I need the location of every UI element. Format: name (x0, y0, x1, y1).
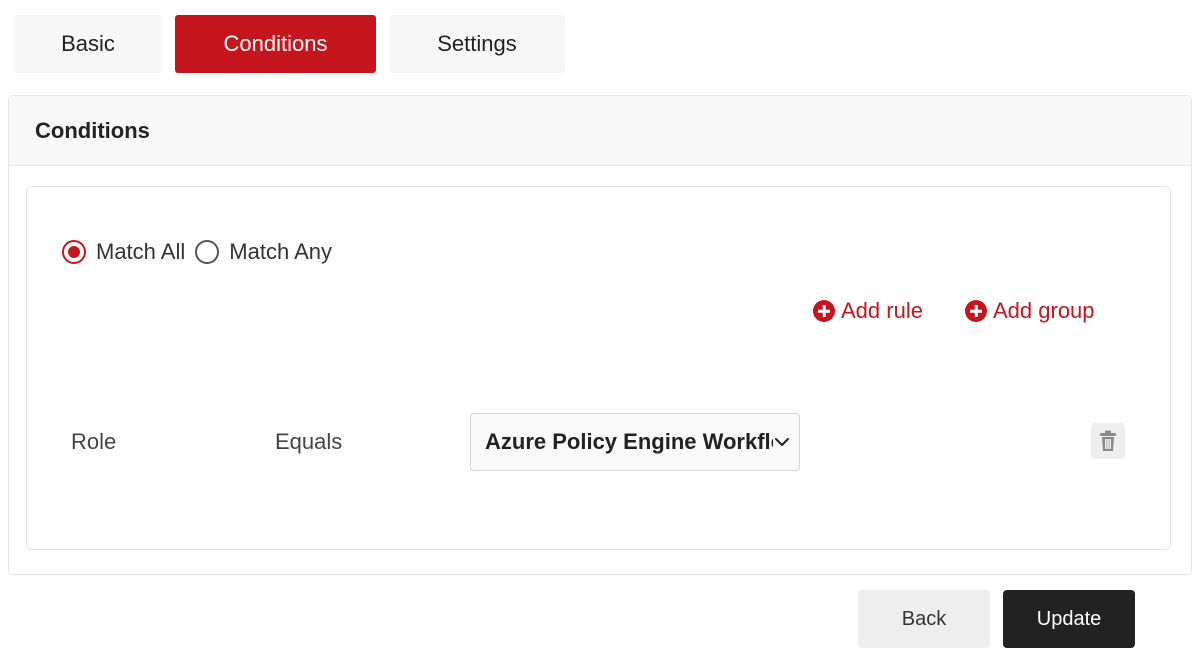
conditions-page: Basic Conditions Settings Conditions Mat… (0, 0, 1198, 661)
add-rule-button[interactable]: Add rule (813, 298, 923, 324)
rule-group: Match All Match Any Add rule Add group R… (26, 186, 1171, 550)
card-title: Conditions (9, 96, 1191, 166)
match-all-label: Match All (96, 239, 186, 264)
radio-unchecked-icon (195, 240, 220, 264)
rule-operator-label: Equals (275, 429, 343, 454)
rule-value-text: Azure Policy Engine Workflow (485, 429, 773, 454)
tab-conditions[interactable]: Conditions (175, 15, 376, 73)
plus-circle-icon (813, 300, 835, 322)
rule-value-select[interactable]: Azure Policy Engine Workflow (470, 413, 800, 471)
trash-icon (1100, 430, 1116, 451)
match-any-radio[interactable]: Match Any (195, 239, 332, 265)
match-all-radio[interactable]: Match All (62, 239, 185, 265)
tab-settings[interactable]: Settings (389, 15, 565, 73)
delete-rule-button[interactable] (1091, 423, 1125, 459)
chevron-down-icon (775, 438, 789, 446)
conditions-card: Conditions Match All Match Any Add rule (8, 95, 1192, 575)
add-rule-label: Add rule (841, 298, 923, 323)
update-button[interactable]: Update (1003, 590, 1135, 648)
plus-circle-icon (965, 300, 987, 322)
add-group-button[interactable]: Add group (965, 298, 1095, 324)
match-any-label: Match Any (229, 239, 332, 264)
rule-field-label: Role (71, 429, 117, 454)
add-group-label: Add group (993, 298, 1095, 323)
radio-checked-icon (62, 240, 86, 264)
back-button[interactable]: Back (858, 590, 990, 648)
tab-basic[interactable]: Basic (14, 15, 162, 73)
match-mode-radio-group: Match All Match Any (62, 239, 342, 265)
